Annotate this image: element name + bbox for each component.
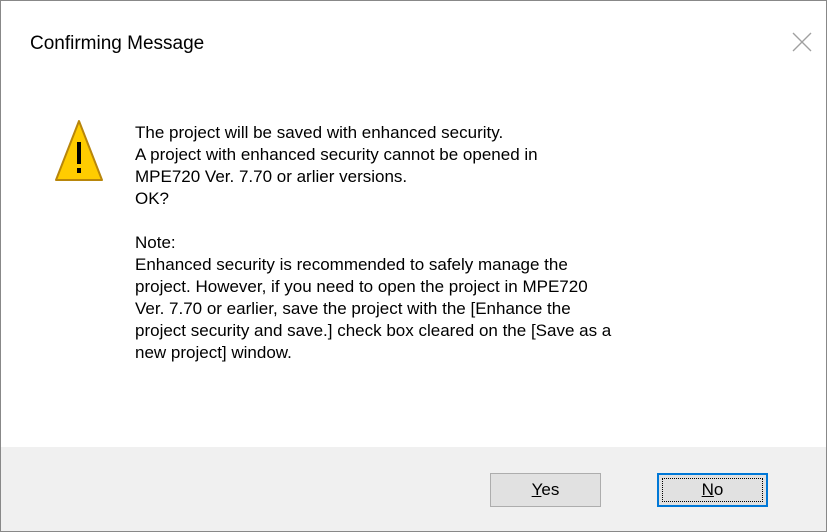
close-button[interactable]	[779, 21, 825, 65]
no-accelerator: N	[701, 480, 714, 499]
note-line: project security and save.] check box cl…	[135, 321, 612, 340]
confirm-dialog: Confirming Message The project will be s…	[0, 0, 827, 532]
yes-label-rest: es	[541, 480, 560, 499]
note-line: new project] window.	[135, 343, 292, 362]
no-label-rest: o	[713, 480, 724, 499]
yes-accelerator: Y	[531, 480, 542, 499]
warning-icon	[54, 119, 104, 183]
title-bar[interactable]: Confirming Message	[1, 1, 826, 81]
message-line: MPE720 Ver. 7.70 or arlier versions.	[135, 167, 408, 186]
message-line: The project will be saved with enhanced …	[135, 123, 504, 142]
note-line: Ver. 7.70 or earlier, save the project w…	[135, 299, 571, 318]
message-line: OK?	[135, 189, 170, 208]
note-heading: Note:	[135, 233, 176, 252]
close-icon	[792, 32, 812, 52]
note-line: project. However, if you need to open th…	[135, 277, 588, 296]
dialog-title: Confirming Message	[30, 33, 205, 54]
note-line: Enhanced security is recommended to safe…	[135, 255, 568, 274]
message-body: The project will be saved with enhanced …	[135, 122, 815, 364]
no-button[interactable]: No	[657, 473, 768, 507]
message-line: A project with enhanced security cannot …	[135, 145, 538, 164]
button-bar: Yes No	[1, 447, 826, 531]
yes-button[interactable]: Yes	[490, 473, 601, 507]
